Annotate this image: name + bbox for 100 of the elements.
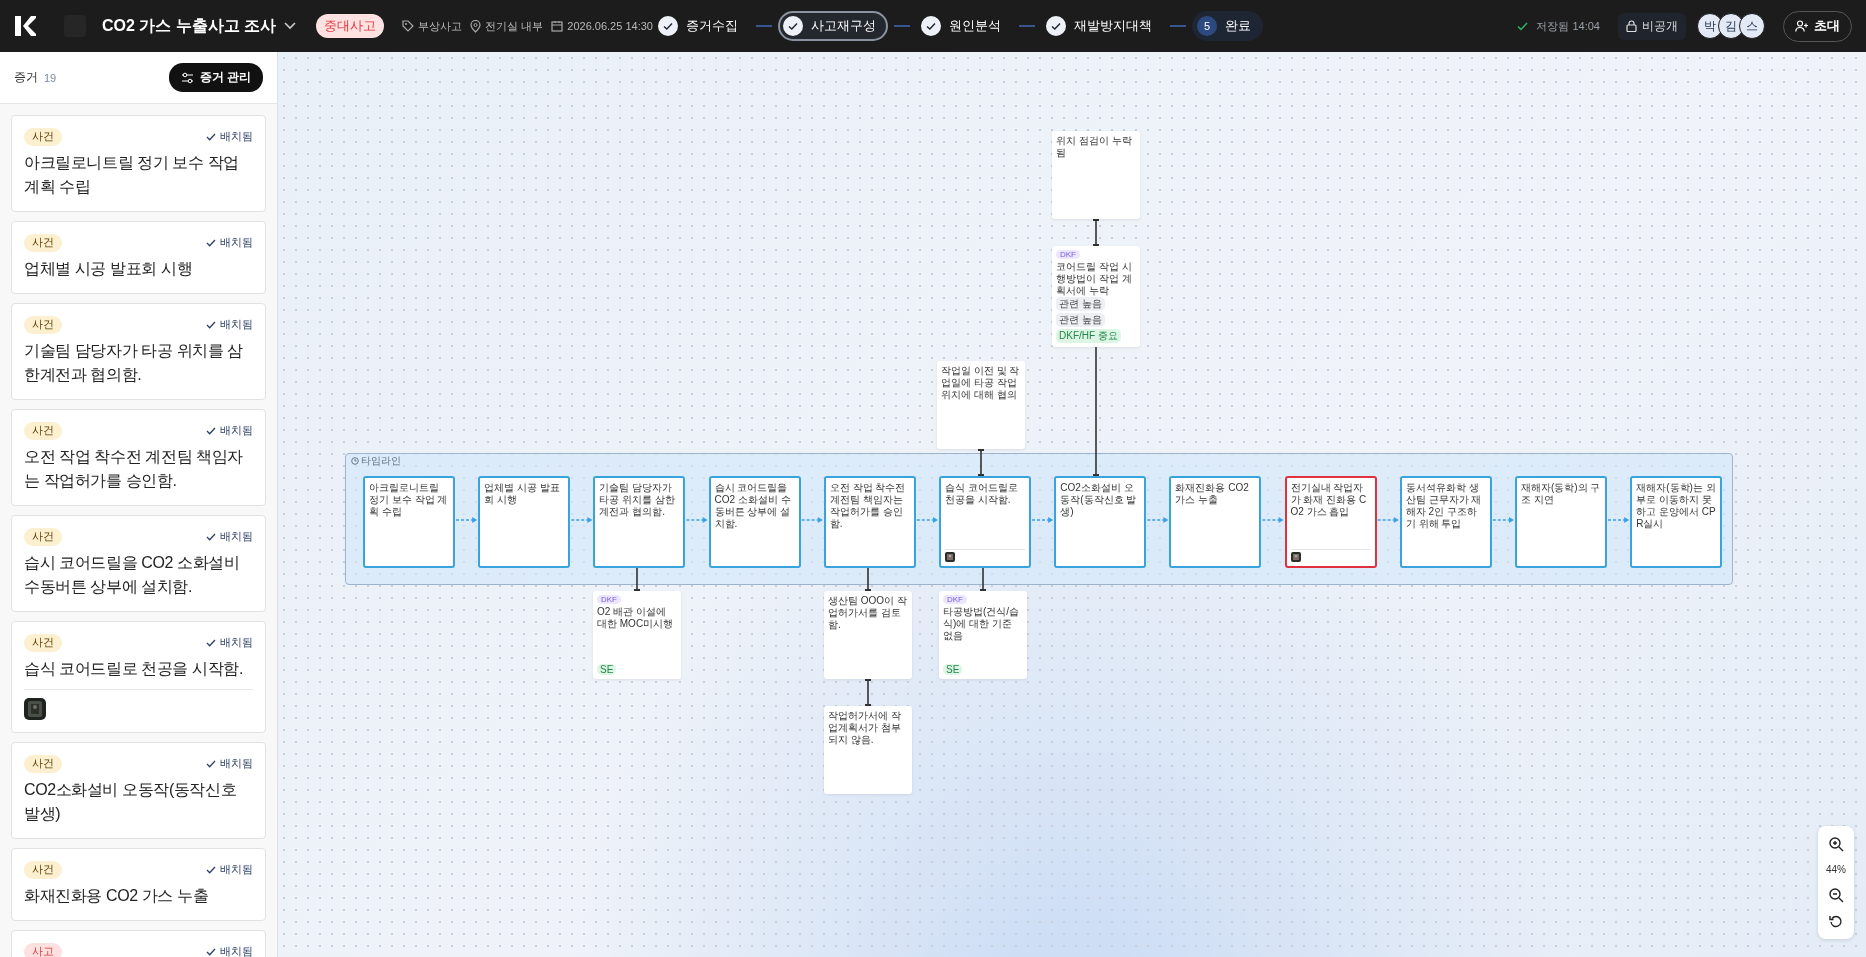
evidence-card[interactable]: 사건 배치됨 업체별 시공 발표회 시행 [11, 221, 266, 294]
placed-status: 배치됨 [220, 863, 253, 877]
factor-chip: DKF/HF 중요 [1056, 329, 1121, 343]
visibility-button[interactable]: 비공개 [1618, 12, 1686, 40]
evidence-card[interactable]: 사고 배치됨 [11, 930, 266, 957]
event-node[interactable]: 아크릴로니트릴 정기 보수 작업 계획 수립 [363, 476, 455, 568]
placed-status: 배치됨 [220, 130, 253, 144]
node-text: 타공방법(건식/습식)에 대한 기준 없음 [943, 606, 1021, 642]
zoom-out-icon[interactable] [1828, 887, 1844, 903]
node-text: 오전 작업 착수전 계전팀 책임자는 작업허가를 승인함. [829, 482, 907, 530]
node-text: 코어드릴 작업 시행방법이 작업 계획서에 누락 [1056, 261, 1133, 297]
evidence-title: 습시 코어드릴을 CO2 소화설비 수동버튼 상부에 설치함. [24, 553, 241, 597]
check-icon [1045, 16, 1066, 36]
logo-icon[interactable] [14, 15, 36, 37]
placed-status: 배치됨 [220, 318, 253, 332]
evidence-title: 오전 작업 착수전 계전팀 책임자는 작업허가를 승인함. [24, 447, 244, 491]
node-text: 위치 점검이 누락됨 [1056, 135, 1133, 159]
evidence-card[interactable]: 사건 배치됨 아크릴로니트릴 정기 보수 작업 계획 수립 [11, 115, 266, 212]
event-node[interactable]: 기술팀 담당자가 타공 위치를 삼한계전과 협의함. [593, 476, 686, 568]
clock-icon [351, 457, 359, 465]
step-tab[interactable]: 사고재구성 [777, 11, 888, 41]
factor-node[interactable]: 작업허가서에 작업계획서가 첨부되지 않음. [824, 706, 912, 794]
event-node[interactable]: 습식 코어드릴로 천공을 시작함. [939, 476, 1031, 568]
connector-line [865, 678, 871, 707]
type-label: 사건 [24, 316, 62, 334]
reset-icon[interactable] [1829, 915, 1843, 929]
node-text: 재해자(동학)는 외부로 이동하지 못하고 운양에서 CPR실시 [1636, 482, 1717, 530]
event-node[interactable]: 업체별 시공 발표회 시행 [478, 476, 571, 568]
node-text: 작업일 이전 및 작업일에 타공 작업 위치에 대해 협의 [941, 365, 1021, 401]
evidence-card[interactable]: 사건 배치됨 습시 코어드릴을 CO2 소화설비 수동버튼 상부에 설치함. [11, 515, 266, 612]
factor-node[interactable]: 작업일 이전 및 작업일에 타공 작업 위치에 대해 협의 [937, 361, 1025, 449]
factor-node[interactable]: DKF 타공방법(건식/습식)에 대한 기준 없음 SE [939, 591, 1027, 679]
type-label: 사건 [24, 422, 62, 440]
factor-node[interactable]: 생산팀 OOO이 작업허가서를 검토함. [824, 591, 912, 679]
node-text: 작업허가서에 작업계획서가 첨부되지 않음. [828, 710, 902, 746]
evidence-title: 화재진화용 CO2 가스 누출 [24, 886, 210, 906]
location-pin-icon [470, 19, 482, 33]
user-avatar[interactable]: 김 [1718, 13, 1744, 39]
node-text: 화재진화용 CO2 가스 누출 [1175, 482, 1250, 506]
evidence-card[interactable]: 사건 배치됨 화재진화용 CO2 가스 누출 [11, 848, 266, 921]
check-icon [920, 16, 941, 36]
add-user-icon [1795, 20, 1809, 32]
step-number: 5 [1196, 16, 1217, 36]
evidence-title: 아크릴로니트릴 정기 보수 작업 계획 수립 [24, 153, 240, 197]
event-node[interactable]: 화재진화용 CO2 가스 누출 [1169, 476, 1262, 568]
user-avatar[interactable]: 박 [1697, 13, 1723, 39]
invite-button[interactable]: 초대 [1783, 10, 1852, 42]
factor-node[interactable]: DKF 코어드릴 작업 시행방법이 작업 계획서에 누락 관련 높음 관련 높음 DKF/HF 중요 [1052, 246, 1140, 347]
evidence-card[interactable]: 사건 배치됨 오전 작업 착수전 계전팀 책임자는 작업허가를 승인함. [11, 409, 266, 506]
user-avatar[interactable]: 스 [1739, 13, 1765, 39]
node-text: 재해자(동학)의 구조 지연 [1521, 482, 1601, 506]
step-tab[interactable]: 원인분석 [915, 11, 1013, 41]
evidence-title: CO2소화설비 오동작(동작신호 발생) [24, 780, 238, 824]
evidence-card[interactable]: 사건 배치됨 CO2소화설비 오동작(동작신호 발생) [11, 742, 266, 839]
save-status: 저장됨 14:04 [1536, 18, 1600, 34]
check-icon [206, 427, 216, 435]
factor-node[interactable]: DKF O2 배관 이설에 대한 MOC미시행 SE [593, 591, 681, 679]
placed-status: 배치됨 [220, 236, 253, 250]
node-text: O2 배관 이설에 대한 MOC미시행 [597, 606, 675, 630]
factor-chip: 관련 높음 [1056, 297, 1105, 311]
event-node[interactable]: 습시 코어드릴을 CO2 소화설비 수동버튼 상부에 설치함. [708, 476, 801, 568]
evidence-title: 업체별 시공 발표회 시행 [24, 259, 194, 279]
sidebar-title: 증거 [14, 69, 38, 86]
date-label: 2026.06.25 14:30 [567, 20, 653, 32]
node-text: 생산팀 OOO이 작업허가서를 검토함. [828, 595, 908, 631]
check-icon [206, 760, 216, 768]
calendar-icon [551, 20, 564, 32]
evidence-card[interactable]: 사건 배치됨 습식 코어드릴로 천공을 시작함. [11, 621, 266, 733]
lock-icon [1626, 20, 1637, 32]
event-node[interactable]: CO2소화설비 오동작(동작신호 발생) [1054, 476, 1147, 568]
evidence-card[interactable]: 사건 배치됨 기술팀 담당자가 타공 위치를 삼한계전과 협의함. [11, 303, 266, 400]
check-icon [1517, 21, 1529, 31]
placed-status: 배치됨 [220, 945, 253, 957]
placed-status: 배치됨 [220, 636, 253, 650]
event-node[interactable]: 오전 작업 착수전 계전팀 책임자는 작업허가를 승인함. [823, 476, 916, 568]
step-tab[interactable]: 5 완료 [1191, 11, 1263, 41]
step-tab[interactable]: 증거수집 [652, 11, 750, 41]
check-icon [206, 321, 216, 329]
type-label: 사건 [24, 128, 62, 146]
node-text: 기술팀 담당자가 타공 위치를 삼한계전과 협의함. [599, 482, 676, 518]
manage-evidence-button[interactable]: 증거 관리 [168, 63, 263, 92]
step-tab[interactable]: 재발방지대책 [1040, 11, 1164, 41]
tag-icon [402, 20, 415, 32]
factor-node[interactable]: 위치 점검이 누락됨 [1052, 131, 1140, 219]
zoom-in-icon[interactable] [1828, 836, 1844, 852]
placed-status: 배치됨 [220, 424, 253, 438]
event-node[interactable]: 동서석유화학 생산팀 근무자가 재해자 2인 구조하기 위해 투입 [1399, 476, 1492, 568]
event-node[interactable]: 전기실내 작업자가 화재 진화용 CO2 가스 흡입 [1284, 476, 1377, 568]
chevron-down-icon[interactable] [284, 22, 297, 30]
type-label: 사고 [24, 943, 62, 957]
event-node[interactable]: 재해자(동학)는 외부로 이동하지 못하고 운양에서 CPR실시 [1630, 476, 1723, 568]
severity-badge: 중대사고 [316, 14, 385, 38]
check-icon [782, 16, 803, 36]
event-node[interactable]: 재해자(동학)의 구조 지연 [1515, 476, 1607, 568]
connector-line [978, 448, 984, 477]
factor-chip: SE [943, 664, 963, 675]
category-label: 부상사고 [418, 18, 463, 34]
type-label: 사건 [24, 234, 62, 252]
check-icon [206, 639, 216, 647]
node-text: 동서석유화학 생산팀 근무자가 재해자 2인 구조하기 위해 투입 [1405, 482, 1483, 530]
